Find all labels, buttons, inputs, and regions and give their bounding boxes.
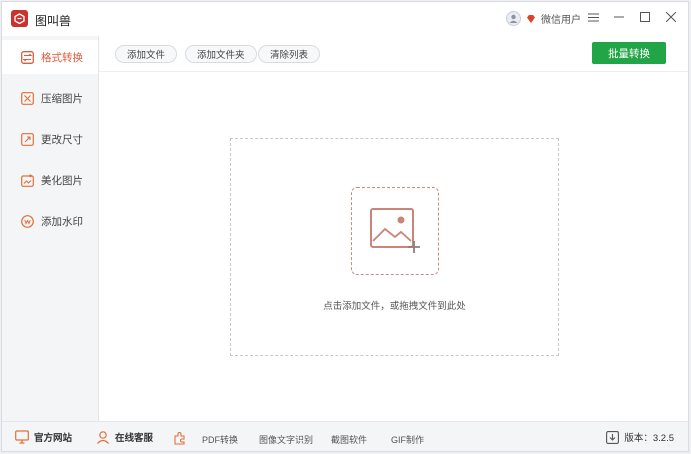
- monitor-icon: [15, 430, 29, 444]
- sidebar-item-compress[interactable]: 压缩图片: [2, 81, 98, 115]
- sidebar-item-resize[interactable]: 更改尺寸: [2, 122, 98, 156]
- close-button[interactable]: [664, 10, 678, 24]
- customer-service-icon: [97, 431, 109, 444]
- minimize-button[interactable]: [612, 10, 626, 24]
- footer-label: 官方网站: [34, 433, 73, 444]
- maximize-icon: [640, 12, 650, 22]
- add-image-target[interactable]: [351, 187, 439, 275]
- sidebar-item-watermark[interactable]: 添加水印: [2, 204, 98, 238]
- user-name[interactable]: 微信用户: [541, 11, 581, 26]
- user-account[interactable]: 微信用户: [506, 11, 581, 26]
- maximize-button[interactable]: [638, 10, 652, 24]
- official-website-link[interactable]: 官方网站: [15, 430, 72, 444]
- vip-diamond-icon: [527, 14, 535, 23]
- sidebar-item-label: 压缩图片: [41, 92, 83, 105]
- footer-label: 在线客服: [115, 433, 154, 444]
- add-image-icon: [370, 208, 420, 253]
- sidebar: 格式转换 压缩图片 更改尺寸 美化图片 添加水印: [2, 36, 99, 421]
- sidebar-item-beautify[interactable]: 美化图片: [2, 163, 98, 197]
- avatar[interactable]: [506, 11, 521, 26]
- file-dropzone[interactable]: 点击添加文件，或拖拽文件到此处: [230, 138, 559, 356]
- menu-icon: [587, 13, 599, 21]
- version-label: 版本：3.2.5: [624, 433, 674, 444]
- screenshot-software-link[interactable]: 截图软件: [331, 433, 367, 446]
- watermark-icon: [21, 214, 34, 228]
- batch-convert-button[interactable]: 批量转换: [592, 42, 666, 64]
- resize-icon: [21, 132, 34, 146]
- download-icon: [606, 430, 620, 444]
- toolbar: 添加文件 添加文件夹 清除列表 批量转换: [99, 36, 688, 72]
- pdf-convert-link[interactable]: PDF转换: [202, 433, 238, 446]
- app-window: 图叫兽 微信用户 格式转换 压缩图片 更改尺寸 美化图片 添加水印 添加文件 添…: [1, 1, 689, 452]
- ocr-link[interactable]: 图像文字识别: [259, 433, 313, 446]
- dropzone-hint: 点击添加文件，或拖拽文件到此处: [323, 301, 466, 312]
- sidebar-item-format-convert[interactable]: 格式转换: [2, 40, 98, 74]
- add-file-button[interactable]: 添加文件: [115, 45, 178, 63]
- title-bar: 图叫兽 微信用户: [2, 2, 688, 36]
- add-folder-button[interactable]: 添加文件夹: [185, 45, 257, 63]
- footer: 官方网站 在线客服 PDF转换 图像文字识别 截图软件 GIF制作 版本：3.2…: [2, 421, 688, 451]
- compress-icon: [21, 91, 34, 105]
- window-controls: [586, 10, 678, 24]
- beautify-icon: [21, 174, 34, 187]
- puzzle-icon: [174, 432, 185, 445]
- sidebar-item-label: 更改尺寸: [41, 133, 83, 146]
- app-title: 图叫兽: [35, 14, 72, 28]
- sidebar-item-label: 添加水印: [41, 215, 83, 228]
- sidebar-item-label: 美化图片: [41, 174, 83, 187]
- main-area: 点击添加文件，或拖拽文件到此处: [99, 72, 688, 421]
- app-logo-icon: [11, 10, 28, 27]
- close-icon: [666, 12, 676, 22]
- menu-button[interactable]: [586, 10, 600, 24]
- sidebar-item-label: 格式转换: [41, 51, 83, 64]
- gif-maker-link[interactable]: GIF制作: [391, 433, 424, 446]
- online-support-link[interactable]: 在线客服: [96, 430, 153, 444]
- clear-list-button[interactable]: 清除列表: [258, 45, 321, 63]
- format-convert-icon: [21, 50, 34, 64]
- minimize-icon: [614, 16, 624, 18]
- version-info[interactable]: 版本：3.2.5: [606, 430, 674, 444]
